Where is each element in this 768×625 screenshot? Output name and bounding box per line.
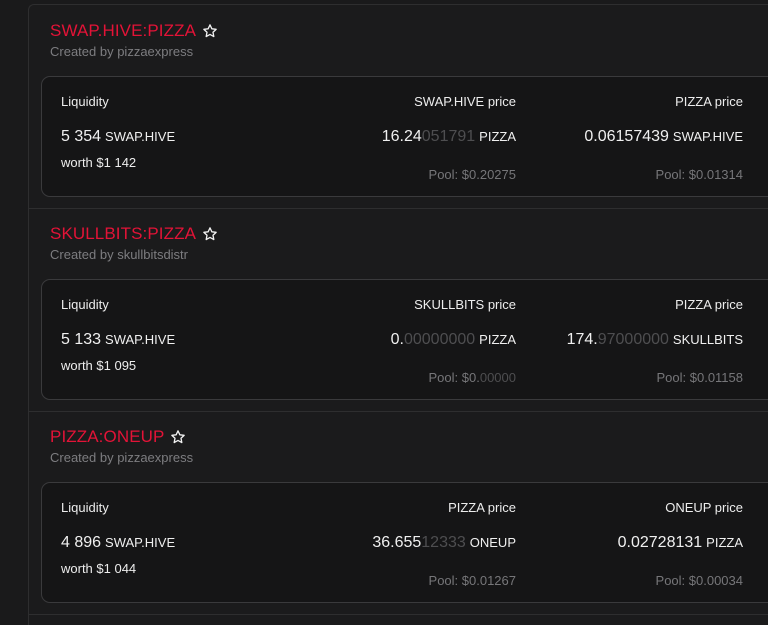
pool-header: PIZZA:ONEUP [50, 427, 186, 447]
liquidity-amount: 5 133 [61, 331, 102, 348]
liquidity-label: Liquidity [61, 500, 109, 515]
liquidity-amount: 4 896 [61, 534, 102, 551]
pool-value-2: Pool: $0.00034 [656, 573, 743, 588]
price-main: 16.24 [381, 128, 422, 145]
price-label-2: PIZZA price [675, 94, 743, 109]
price-trailing-zeros: 12333 [421, 534, 466, 551]
pool-value-main: Pool: $0.00034 [655, 573, 743, 588]
pool-name-link[interactable]: SWAP.HIVE:PIZZA [50, 21, 196, 41]
pool-value-1: Pool: $0.20275 [429, 167, 516, 182]
price-value-1: 0.00000000 PIZZA [391, 331, 516, 349]
price-label-1: SWAP.HIVE price [414, 94, 516, 109]
liquidity-amount: 5 354 [61, 128, 102, 145]
price-label-1: SKULLBITS price [414, 297, 516, 312]
liquidity-worth: worth $1 095 [61, 358, 137, 373]
pool-value-2: Pool: $0.01314 [656, 167, 743, 182]
price-trailing-zeros: 00000000 [403, 331, 476, 348]
liquidity-value: 5 133 SWAP.HIVE [61, 331, 175, 349]
pool-value-1: Pool: $0.00000 [429, 370, 516, 385]
liquidity-label: Liquidity [61, 297, 109, 312]
favorite-star-icon[interactable] [170, 429, 186, 445]
pool-creator: Created by pizzaexpress [50, 44, 194, 59]
price-unit: PIZZA [479, 129, 516, 144]
pool-stats-card: Liquidity SKULLBITS price PIZZA price 5 … [41, 279, 768, 400]
price-value-1: 16.24051791 PIZZA [382, 128, 516, 146]
price-main: 0. [390, 331, 404, 348]
price-unit: PIZZA [706, 535, 743, 550]
pool-value-main: Pool: $0.20275 [428, 167, 516, 182]
price-label-2: ONEUP price [665, 500, 743, 515]
price-label-1: PIZZA price [448, 500, 516, 515]
price-value-2: 0.02728131 PIZZA [618, 534, 743, 552]
liquidity-unit: SWAP.HIVE [105, 535, 176, 550]
pool-value-1: Pool: $0.01267 [429, 573, 516, 588]
liquidity-value: 4 896 SWAP.HIVE [61, 534, 175, 552]
liquidity-worth: worth $1 044 [61, 561, 137, 576]
pool-value-main: Pool: $0.01158 [656, 370, 744, 385]
price-main: 36.655 [372, 534, 422, 551]
pool-row: SKULLBITS:PIZZA Created by skullbitsdist… [29, 208, 768, 412]
price-unit: ONEUP [469, 535, 516, 550]
price-value-2: 174.97000000 SKULLBITS [567, 331, 743, 349]
liquidity-unit: SWAP.HIVE [105, 332, 176, 347]
price-value-2: 0.06157439 SWAP.HIVE [584, 128, 743, 146]
liquidity-unit: SWAP.HIVE [105, 129, 176, 144]
price-label-2: PIZZA price [675, 297, 743, 312]
price-main: 0.06157439 [584, 128, 669, 145]
pool-stats-card: Liquidity PIZZA price ONEUP price 4 896 S… [41, 482, 768, 603]
price-trailing-zeros: 97000000 [597, 331, 669, 348]
pool-row: SWAP.HIVE:PIZZA Created by pizzaexpress … [29, 5, 768, 209]
pool-name-link[interactable]: SKULLBITS:PIZZA [50, 224, 196, 244]
pool-header: SWAP.HIVE:PIZZA [50, 21, 218, 41]
price-trailing-zeros: 051791 [421, 128, 476, 145]
favorite-star-icon[interactable] [202, 226, 218, 242]
favorite-star-icon[interactable] [202, 23, 218, 39]
pool-creator: Created by pizzaexpress [50, 450, 194, 465]
price-value-1: 36.65512333 ONEUP [372, 534, 516, 552]
pool-value-main: Pool: $0.01314 [655, 167, 743, 182]
price-unit: SKULLBITS [672, 332, 743, 347]
pool-row: PIZZA:ONEUP Created by pizzaexpress Liqu… [29, 411, 768, 615]
price-unit: PIZZA [479, 332, 516, 347]
pool-value-main: Pool: $0. [428, 370, 480, 385]
price-unit: SWAP.HIVE [672, 129, 743, 144]
pool-value-trailing: 00000 [479, 370, 516, 385]
pool-value-main: Pool: $0.01267 [428, 573, 516, 588]
pool-header: SKULLBITS:PIZZA [50, 224, 218, 244]
price-main: 174. [566, 331, 598, 348]
liquidity-label: Liquidity [61, 94, 109, 109]
pools-list: SWAP.HIVE:PIZZA Created by pizzaexpress … [28, 4, 768, 625]
liquidity-value: 5 354 SWAP.HIVE [61, 128, 175, 146]
liquidity-worth: worth $1 142 [61, 155, 137, 170]
pool-creator: Created by skullbitsdistr [50, 247, 188, 262]
pool-name-link[interactable]: PIZZA:ONEUP [50, 427, 164, 447]
pool-stats-card: Liquidity SWAP.HIVE price PIZZA price 5 … [41, 76, 768, 197]
price-main: 0.02728131 [617, 534, 703, 551]
pool-value-2: Pool: $0.01158 [657, 370, 744, 385]
